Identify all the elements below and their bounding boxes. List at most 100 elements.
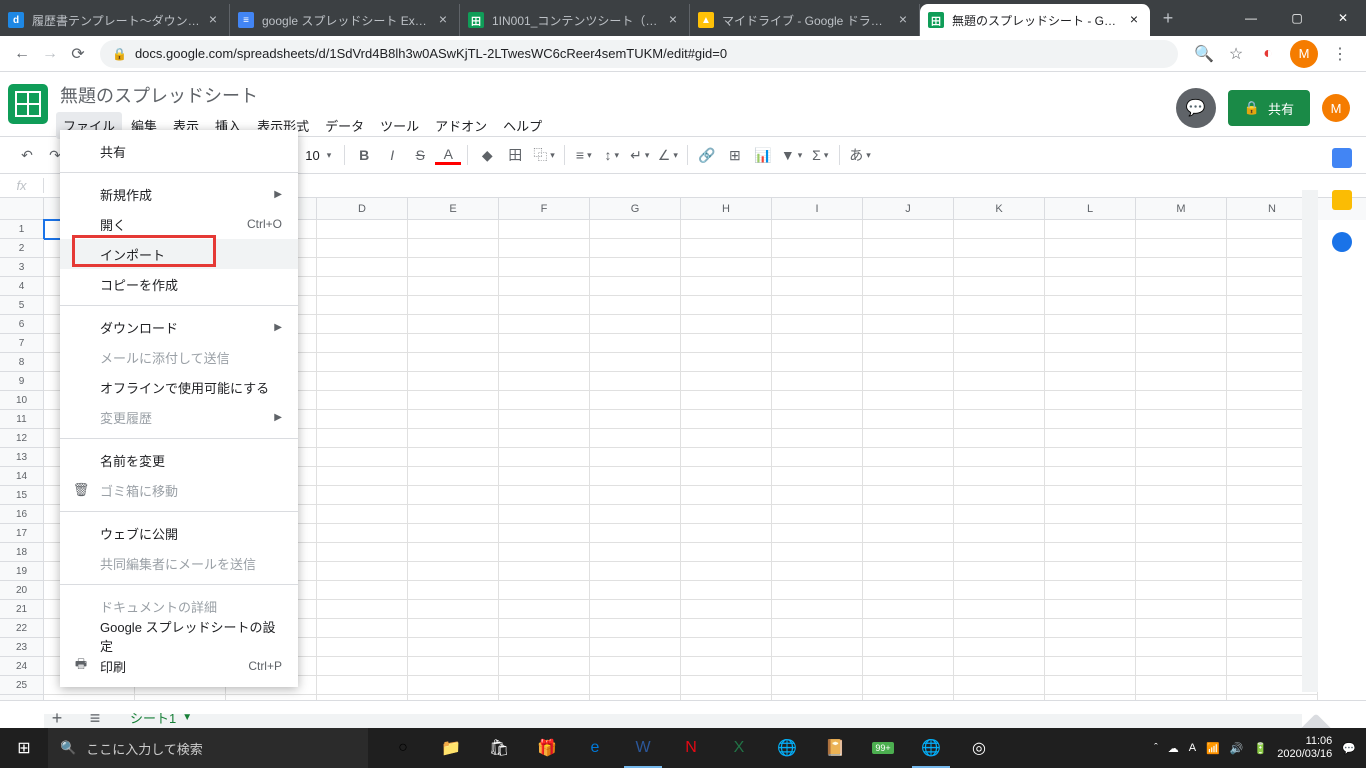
row-header[interactable]: 4 (0, 277, 44, 296)
cell[interactable] (772, 239, 863, 258)
cell[interactable] (317, 467, 408, 486)
close-window-button[interactable]: ✕ (1320, 0, 1366, 36)
cell[interactable] (772, 581, 863, 600)
word-icon[interactable]: W (620, 728, 666, 768)
cell[interactable] (499, 334, 590, 353)
cell[interactable] (1136, 372, 1227, 391)
cell[interactable] (954, 581, 1045, 600)
task-view-button[interactable]: ○ (380, 728, 426, 768)
tray-expand-icon[interactable]: ˆ (1154, 742, 1158, 754)
cell[interactable] (954, 220, 1045, 239)
cell[interactable] (590, 562, 681, 581)
comments-button[interactable]: 💬 (1176, 88, 1216, 128)
menu-download[interactable]: ダウンロード▶ (60, 312, 298, 342)
row-header[interactable]: 5 (0, 296, 44, 315)
row-header[interactable]: 20 (0, 581, 44, 600)
notifications-icon[interactable]: 💬 (1342, 742, 1356, 755)
cell[interactable] (1136, 562, 1227, 581)
cell[interactable] (590, 600, 681, 619)
cell[interactable] (681, 372, 772, 391)
cell[interactable] (954, 410, 1045, 429)
cell[interactable] (681, 467, 772, 486)
app-icon-2[interactable]: 📔 (812, 728, 858, 768)
cell[interactable] (863, 581, 954, 600)
menu-version-history[interactable]: 変更履歴▶ (60, 402, 298, 432)
cell[interactable] (590, 353, 681, 372)
menu-publish-web[interactable]: ウェブに公開 (60, 518, 298, 548)
app-icon-3[interactable]: 99+ (860, 728, 906, 768)
cell[interactable] (317, 315, 408, 334)
cell[interactable] (499, 619, 590, 638)
cell[interactable] (772, 334, 863, 353)
cell[interactable] (1136, 239, 1227, 258)
functions-button[interactable]: Σ (807, 142, 833, 168)
row-header[interactable]: 8 (0, 353, 44, 372)
italic-button[interactable]: I (379, 142, 405, 168)
cell[interactable] (954, 600, 1045, 619)
cell[interactable] (590, 334, 681, 353)
row-header[interactable]: 25 (0, 676, 44, 695)
cell[interactable] (590, 315, 681, 334)
cell[interactable] (681, 581, 772, 600)
cell[interactable] (408, 334, 499, 353)
cell[interactable] (681, 410, 772, 429)
cell[interactable] (863, 486, 954, 505)
cell[interactable] (681, 676, 772, 695)
menu-6[interactable]: ツール (373, 112, 426, 139)
cell[interactable] (954, 296, 1045, 315)
h-align-button[interactable]: ≡ (571, 142, 597, 168)
rotate-button[interactable]: ∠ (655, 142, 681, 168)
cell[interactable] (1136, 638, 1227, 657)
column-header[interactable]: E (408, 198, 499, 220)
cell[interactable] (317, 448, 408, 467)
cell[interactable] (772, 467, 863, 486)
cell[interactable] (590, 619, 681, 638)
cell[interactable] (863, 619, 954, 638)
forward-button[interactable]: → (36, 40, 64, 68)
cell[interactable] (954, 391, 1045, 410)
cell[interactable] (681, 258, 772, 277)
cell[interactable] (1045, 334, 1136, 353)
close-tab-icon[interactable]: × (1126, 12, 1142, 28)
cell[interactable] (408, 258, 499, 277)
clock[interactable]: 11:062020/03/16 (1277, 735, 1332, 761)
chrome-icon-1[interactable]: 🌐 (764, 728, 810, 768)
cell[interactable] (1045, 524, 1136, 543)
cell[interactable] (954, 258, 1045, 277)
cell[interactable] (681, 543, 772, 562)
cell[interactable] (863, 638, 954, 657)
cell[interactable] (590, 467, 681, 486)
column-header[interactable]: K (954, 198, 1045, 220)
cell[interactable] (1045, 258, 1136, 277)
cell[interactable] (863, 524, 954, 543)
browser-tab[interactable]: 田1IN001_コンテンツシート（ツール）× (460, 4, 690, 36)
cell[interactable] (681, 486, 772, 505)
column-header[interactable]: J (863, 198, 954, 220)
cell[interactable] (954, 524, 1045, 543)
comment-button[interactable]: ⊞ (722, 142, 748, 168)
cell[interactable] (1136, 448, 1227, 467)
cell[interactable] (681, 353, 772, 372)
cell[interactable] (317, 657, 408, 676)
cell[interactable] (499, 296, 590, 315)
menu-5[interactable]: データ (318, 112, 371, 139)
menu-move-trash[interactable]: 🗑ゴミ箱に移動 (60, 475, 298, 505)
browser-tab[interactable]: ≡google スプレッドシート Excel - G...× (230, 4, 460, 36)
volume-icon[interactable]: 🔊 (1230, 742, 1244, 755)
cell[interactable] (863, 296, 954, 315)
link-button[interactable]: 🔗 (694, 142, 720, 168)
cell[interactable] (1136, 619, 1227, 638)
cell[interactable] (1136, 277, 1227, 296)
cell[interactable] (499, 258, 590, 277)
cell[interactable] (408, 486, 499, 505)
cell[interactable] (590, 410, 681, 429)
cell[interactable] (1136, 524, 1227, 543)
cell[interactable] (590, 543, 681, 562)
cell[interactable] (954, 353, 1045, 372)
cell[interactable] (408, 581, 499, 600)
calendar-icon[interactable] (1332, 148, 1352, 168)
new-tab-button[interactable]: + (1154, 4, 1182, 32)
cell[interactable] (317, 372, 408, 391)
cell[interactable] (499, 600, 590, 619)
cell[interactable] (954, 448, 1045, 467)
